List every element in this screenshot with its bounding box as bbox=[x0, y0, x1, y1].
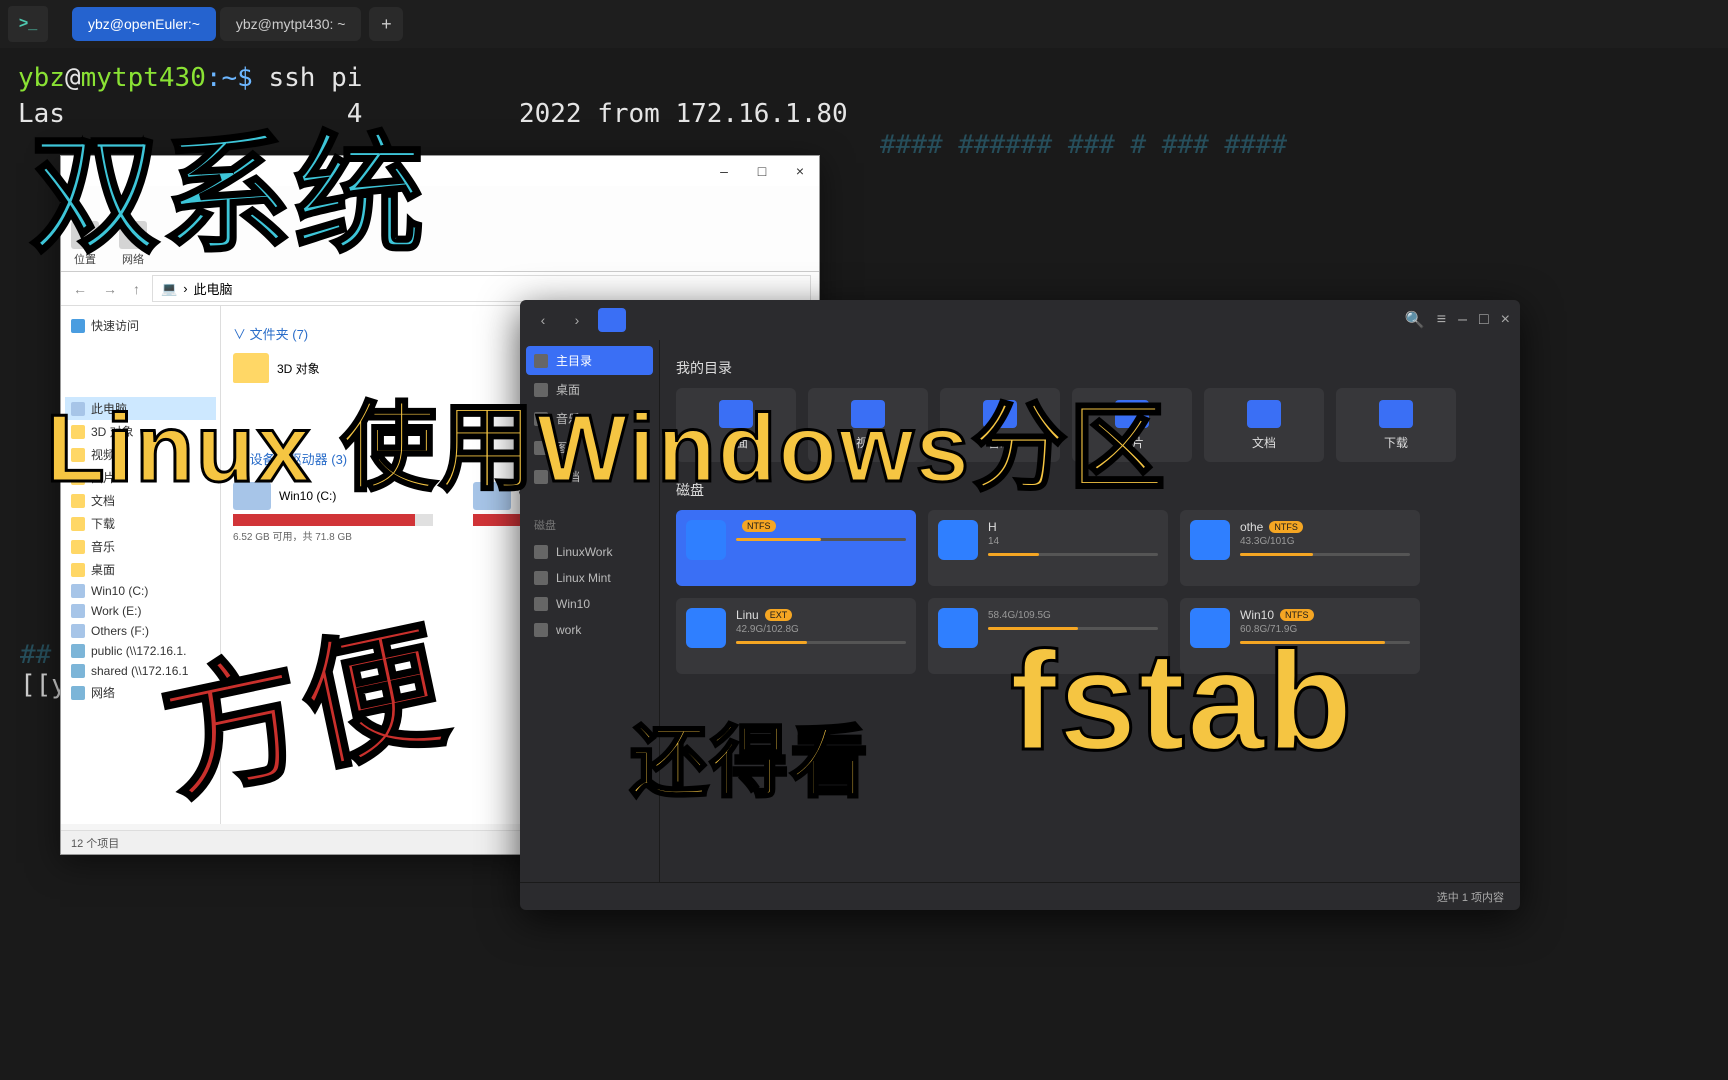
star-icon bbox=[71, 319, 85, 333]
folder-icon bbox=[71, 664, 85, 678]
folder-icon bbox=[71, 686, 85, 700]
nav-fwd[interactable]: → bbox=[99, 281, 121, 297]
term-line2c: 2022 from 172.16.1.80 bbox=[519, 99, 848, 129]
fm-maximize[interactable]: □ bbox=[1479, 311, 1489, 329]
breadcrumb-icon: 💻 bbox=[161, 281, 177, 297]
disk-icon bbox=[938, 608, 978, 648]
fm-minimize[interactable]: – bbox=[1458, 311, 1467, 329]
sidebar-item[interactable]: 桌面 bbox=[65, 558, 216, 581]
disk-usage-bar bbox=[988, 553, 1158, 556]
disk-usage-bar bbox=[736, 641, 906, 644]
breadcrumb-text: 此电脑 bbox=[194, 279, 233, 298]
disk-usage-bar bbox=[1240, 553, 1410, 556]
tab-active[interactable]: ybz@openEuler:~ bbox=[72, 7, 216, 41]
fm-disk-item[interactable]: otheNTFS 43.3G/101G bbox=[1180, 510, 1420, 586]
sidebar-item[interactable]: Win10 (C:) bbox=[65, 581, 216, 601]
minimize-button[interactable]: – bbox=[705, 163, 743, 179]
disk-icon bbox=[938, 520, 978, 560]
drive-usage-bar bbox=[233, 514, 433, 526]
fm-user-folder[interactable]: 文档 bbox=[1204, 388, 1324, 462]
fm-titlebar: ‹ › 🔍 ≡ – □ × bbox=[520, 300, 1520, 340]
folder-icon bbox=[71, 563, 85, 577]
folder-icon bbox=[1379, 400, 1413, 428]
term-command: ssh pi bbox=[268, 63, 362, 93]
sidebar-quick-access[interactable]: 快速访问 bbox=[65, 314, 216, 337]
term-user: ybz bbox=[18, 63, 65, 93]
disk-icon bbox=[534, 623, 548, 637]
fm-disk-item[interactable]: H 14 bbox=[928, 510, 1168, 586]
close-button[interactable]: × bbox=[781, 163, 819, 179]
fm-sidebar-disk[interactable]: LinuxWork bbox=[526, 539, 653, 565]
folder-icon bbox=[71, 624, 85, 638]
fm-sidebar-disk[interactable]: work bbox=[526, 617, 653, 643]
hash-decor: #### ###### ### # ### #### bbox=[880, 130, 1287, 160]
fm-disk-item[interactable]: LinuEXT 42.9G/102.8G bbox=[676, 598, 916, 674]
fm-disk-item[interactable]: NTFS bbox=[676, 510, 916, 586]
maximize-button[interactable]: □ bbox=[743, 163, 781, 179]
sidebar-item[interactable]: Work (E:) bbox=[65, 601, 216, 621]
disk-icon bbox=[686, 520, 726, 560]
tab-inactive[interactable]: ybz@mytpt430: ~ bbox=[220, 7, 362, 41]
fm-fwd[interactable]: › bbox=[564, 307, 590, 333]
term-host: mytpt430 bbox=[81, 63, 206, 93]
folder-icon bbox=[71, 584, 85, 598]
sidebar-item[interactable]: 下载 bbox=[65, 512, 216, 535]
fs-badge: NTFS bbox=[1269, 521, 1303, 533]
folder-icon bbox=[71, 540, 85, 554]
overlay-title-2: Linux 使用Windows分区 bbox=[46, 370, 1167, 509]
overlay-title-4: 还得看 bbox=[630, 700, 870, 812]
disk-icon bbox=[534, 571, 548, 585]
folder-icon bbox=[71, 517, 85, 531]
fm-view-toggle[interactable] bbox=[598, 308, 626, 332]
hash-decor-2: ## bbox=[20, 640, 51, 670]
fm-sidebar-disk[interactable]: Win10 bbox=[526, 591, 653, 617]
fm-close[interactable]: × bbox=[1501, 311, 1510, 329]
disk-icon bbox=[686, 608, 726, 648]
folder-icon bbox=[1247, 400, 1281, 428]
fm-sb-disks-label: 磁盘 bbox=[526, 511, 653, 539]
fs-badge: NTFS bbox=[742, 520, 776, 532]
folder-icon bbox=[71, 604, 85, 618]
terminal-tab-bar: ybz@openEuler:~ ybz@mytpt430: ~ + bbox=[0, 0, 1728, 48]
tab-add-button[interactable]: + bbox=[369, 7, 403, 41]
disk-icon bbox=[1190, 520, 1230, 560]
breadcrumb[interactable]: 💻 › 此电脑 bbox=[152, 275, 811, 302]
disk-usage-bar bbox=[736, 538, 906, 541]
overlay-title-1: 双系统 bbox=[30, 90, 426, 278]
fs-badge: EXT bbox=[765, 609, 793, 621]
sidebar-item[interactable]: 音乐 bbox=[65, 535, 216, 558]
menu-icon[interactable]: ≡ bbox=[1437, 311, 1446, 329]
fm-sidebar-disk[interactable]: Linux Mint bbox=[526, 565, 653, 591]
disk-icon bbox=[534, 597, 548, 611]
nav-up[interactable]: ↑ bbox=[129, 281, 144, 297]
nav-back[interactable]: ← bbox=[69, 281, 91, 297]
fm-statusbar: 选中 1 项内容 bbox=[520, 882, 1520, 910]
disk-icon bbox=[534, 545, 548, 559]
home-icon bbox=[534, 354, 548, 368]
folder-icon bbox=[71, 644, 85, 658]
overlay-title-5: fstab bbox=[1010, 620, 1354, 782]
fm-user-folder[interactable]: 下载 bbox=[1336, 388, 1456, 462]
search-icon[interactable]: 🔍 bbox=[1405, 310, 1425, 330]
fm-back[interactable]: ‹ bbox=[530, 307, 556, 333]
term-prompt: :~$ bbox=[206, 63, 253, 93]
terminal-app-icon[interactable] bbox=[8, 6, 48, 42]
